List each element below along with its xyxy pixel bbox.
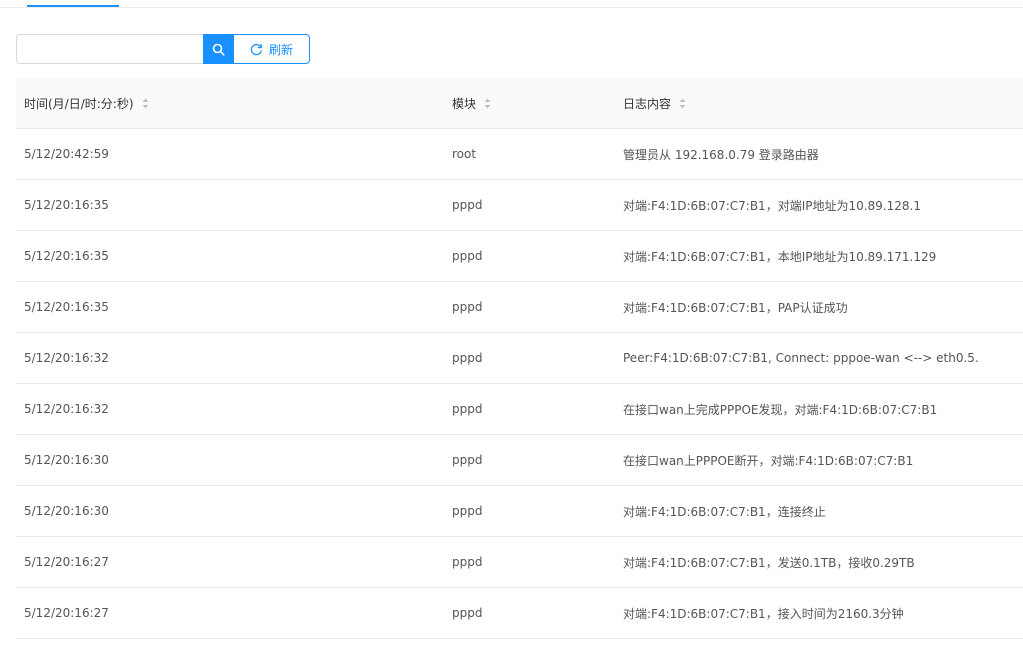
log-table: 时间(月/日/时:分:秒) 模块 日志内容 5/12/20:42:59 root… (16, 78, 1023, 639)
table-row: 5/12/20:16:32 pppd 在接口wan上完成PPPOE发现，对端:F… (16, 383, 1023, 435)
cell-time: 5/12/20:16:32 (16, 383, 452, 435)
table-row: 5/12/20:42:59 root 管理员从 192.168.0.79 登录路… (16, 128, 1023, 180)
cell-content: 对端:F4:1D:6B:07:C7:B1，本地IP地址为10.89.171.12… (623, 230, 1023, 282)
column-header-module[interactable]: 模块 (452, 78, 623, 129)
table-row: 5/12/20:16:35 pppd 对端:F4:1D:6B:07:C7:B1，… (16, 179, 1023, 231)
cell-module: pppd (452, 485, 623, 537)
cell-content: 管理员从 192.168.0.79 登录路由器 (623, 128, 1023, 180)
cell-time: 5/12/20:16:35 (16, 281, 452, 333)
search-icon (212, 43, 225, 56)
cell-module: pppd (452, 587, 623, 639)
refresh-label: 刷新 (268, 42, 293, 57)
table-row: 5/12/20:16:32 pppd Peer:F4:1D:6B:07:C7:B… (16, 332, 1023, 384)
sort-icon (142, 98, 149, 108)
table-row: 5/12/20:16:27 pppd 对端:F4:1D:6B:07:C7:B1，… (16, 587, 1023, 639)
cell-module: pppd (452, 536, 623, 588)
cell-module: pppd (452, 281, 623, 333)
cell-content: 在接口wan上PPPOE断开，对端:F4:1D:6B:07:C7:B1 (623, 434, 1023, 486)
log-page: 刷新 时间(月/日/时:分:秒) 模块 日志内容 5/12/20:42:59 r… (0, 0, 1023, 654)
cell-module: pppd (452, 383, 623, 435)
table-row: 5/12/20:16:30 pppd 对端:F4:1D:6B:07:C7:B1，… (16, 485, 1023, 537)
table-row: 5/12/20:16:35 pppd 对端:F4:1D:6B:07:C7:B1，… (16, 281, 1023, 333)
column-header-label: 时间(月/日/时:分:秒) (24, 96, 134, 111)
table-row: 5/12/20:16:30 pppd 在接口wan上PPPOE断开，对端:F4:… (16, 434, 1023, 486)
active-tab-indicator (27, 5, 119, 7)
cell-content: 对端:F4:1D:6B:07:C7:B1，发送0.1TB，接收0.29TB (623, 536, 1023, 588)
search-input[interactable] (16, 34, 203, 64)
cell-time: 5/12/20:16:32 (16, 332, 452, 384)
cell-time: 5/12/20:16:27 (16, 536, 452, 588)
column-header-time[interactable]: 时间(月/日/时:分:秒) (16, 78, 452, 129)
cell-module: pppd (452, 434, 623, 486)
table-row: 5/12/20:16:27 pppd 对端:F4:1D:6B:07:C7:B1，… (16, 536, 1023, 588)
sort-icon (679, 98, 686, 108)
cell-module: root (452, 128, 623, 180)
cell-content: Peer:F4:1D:6B:07:C7:B1, Connect: pppoe-w… (623, 332, 1023, 384)
cell-content: 对端:F4:1D:6B:07:C7:B1，PAP认证成功 (623, 281, 1023, 333)
table-row: 5/12/20:16:35 pppd 对端:F4:1D:6B:07:C7:B1，… (16, 230, 1023, 282)
cell-time: 5/12/20:42:59 (16, 128, 452, 180)
cell-time: 5/12/20:16:30 (16, 434, 452, 486)
cell-time: 5/12/20:16:35 (16, 230, 452, 282)
cell-content: 对端:F4:1D:6B:07:C7:B1，接入时间为2160.3分钟 (623, 587, 1023, 639)
table-header-row: 时间(月/日/时:分:秒) 模块 日志内容 (16, 78, 1023, 129)
refresh-button[interactable]: 刷新 (234, 34, 310, 64)
cell-time: 5/12/20:16:30 (16, 485, 452, 537)
cell-content: 对端:F4:1D:6B:07:C7:B1，连接终止 (623, 485, 1023, 537)
cell-content: 在接口wan上完成PPPOE发现，对端:F4:1D:6B:07:C7:B1 (623, 383, 1023, 435)
column-header-label: 日志内容 (623, 96, 672, 111)
cell-module: pppd (452, 230, 623, 282)
cell-content: 对端:F4:1D:6B:07:C7:B1，对端IP地址为10.89.128.1 (623, 179, 1023, 231)
cell-module: pppd (452, 179, 623, 231)
top-tab-bar (0, 0, 1023, 8)
column-header-content[interactable]: 日志内容 (623, 78, 1023, 129)
cell-time: 5/12/20:16:27 (16, 587, 452, 639)
search-button[interactable] (203, 34, 234, 64)
cell-module: pppd (452, 332, 623, 384)
refresh-icon (250, 43, 263, 56)
sort-icon (484, 98, 491, 108)
cell-time: 5/12/20:16:35 (16, 179, 452, 231)
search-toolbar: 刷新 (16, 34, 310, 64)
column-header-label: 模块 (452, 96, 477, 111)
